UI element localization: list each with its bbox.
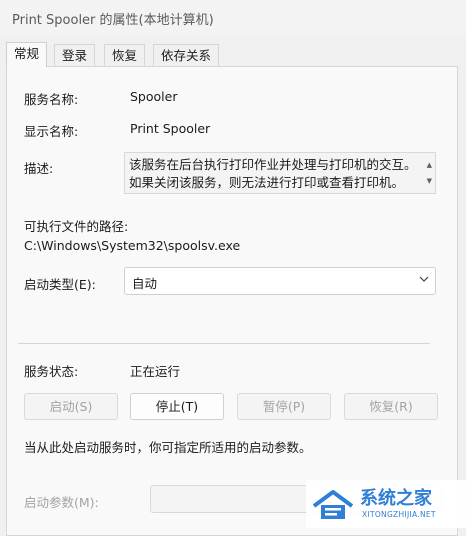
- tab-dependencies[interactable]: 依存关系: [153, 44, 220, 66]
- description-label: 描述:: [24, 161, 54, 176]
- start-button[interactable]: 启动(S): [24, 393, 118, 420]
- service-name-value: Spooler: [130, 89, 178, 104]
- startup-type-value: 自动: [132, 276, 158, 291]
- description-box[interactable]: 该服务在后台执行打印作业并处理与打印机的交互。如果关闭该服务，则无法进行打印或查…: [124, 152, 436, 194]
- divider: [18, 343, 430, 344]
- service-status-value: 正在运行: [130, 364, 181, 379]
- display-name-label: 显示名称:: [24, 124, 79, 139]
- tab-strip: 常规 登录 恢复 依存关系: [0, 42, 466, 67]
- watermark: 系统之家 XITONGZHIJIA.NET: [306, 480, 466, 528]
- tab-logon[interactable]: 登录: [54, 44, 96, 66]
- chevron-down-icon: [419, 276, 429, 282]
- watermark-title: 系统之家: [360, 488, 432, 509]
- path-value: C:\Windows\System32\spoolsv.exe: [24, 238, 241, 253]
- start-params-label: 启动参数(M):: [24, 495, 99, 510]
- startup-type-select[interactable]: 自动: [124, 267, 436, 295]
- house-logo-icon: [312, 490, 354, 519]
- tab-recovery[interactable]: 恢复: [104, 44, 146, 66]
- stop-button[interactable]: 停止(T): [130, 393, 224, 420]
- scroll-down-icon[interactable]: ▼: [427, 172, 432, 190]
- window-title: Print Spooler 的属性(本地计算机): [12, 13, 214, 28]
- path-label: 可执行文件的路径:: [24, 219, 129, 234]
- description-text: 该服务在后台执行打印作业并处理与打印机的交互。如果关闭该服务，则无法进行打印或查…: [129, 157, 417, 190]
- display-name-value: Print Spooler: [130, 121, 211, 136]
- watermark-url: XITONGZHIJIA.NET: [362, 510, 436, 519]
- pause-button[interactable]: 暂停(P): [237, 393, 331, 420]
- tab-general[interactable]: 常规: [6, 42, 48, 67]
- service-status-label: 服务状态:: [24, 364, 79, 379]
- startup-type-label: 启动类型(E):: [24, 277, 96, 292]
- service-name-label: 服务名称:: [24, 92, 79, 107]
- start-params-hint: 当从此处启动服务时，你可指定所适用的启动参数。: [24, 440, 312, 455]
- title-bar: Print Spooler 的属性(本地计算机): [0, 0, 466, 36]
- resume-button[interactable]: 恢复(R): [344, 393, 438, 420]
